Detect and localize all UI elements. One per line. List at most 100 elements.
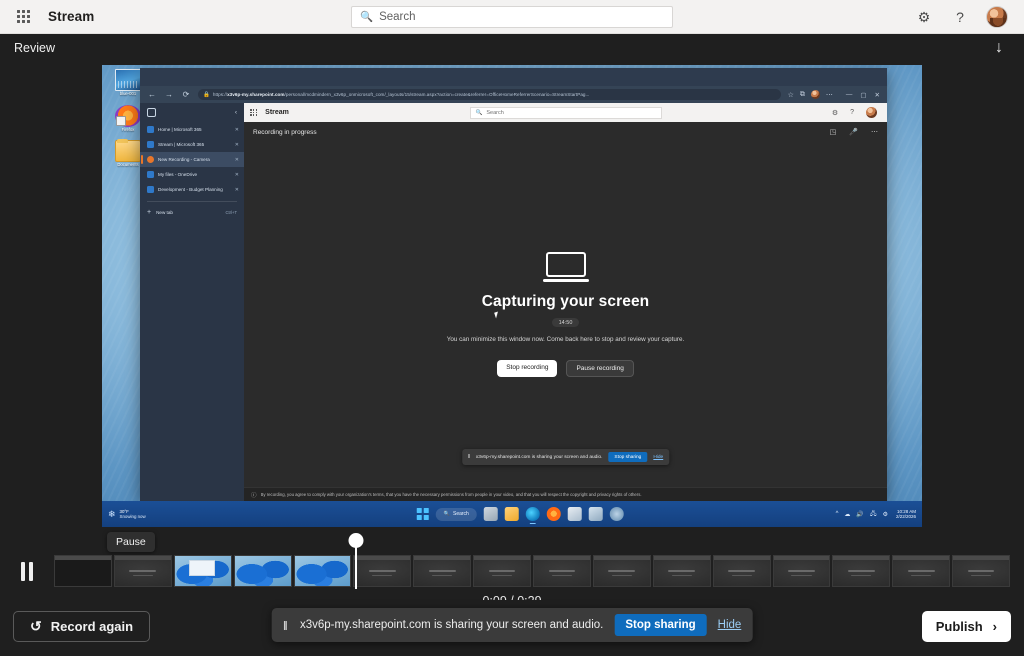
favorite-star-icon[interactable]: ☆ [788,91,794,99]
suite-header: Stream 🔍 Search ⚙ ? [0,0,1024,34]
onedrive-tray-icon[interactable]: ☁ [844,511,850,518]
download-icon[interactable]: ↓ [988,37,1010,59]
inner-help-icon[interactable]: ? [850,109,854,116]
minimize-icon[interactable]: — [846,91,853,98]
recording-status-bar: Recording in progress ◳ 🎤 ⋯ [244,122,887,142]
inner-app-launcher-icon[interactable] [250,109,257,116]
search-input[interactable]: 🔍 Search [351,6,673,28]
battery-tray-icon[interactable]: ⚙ [883,511,888,518]
playhead-scrubber[interactable] [355,539,357,589]
volume-tray-icon[interactable]: 🔊 [856,511,863,518]
new-tab-shortcut: Ctrl+T [225,210,237,215]
record-again-button[interactable]: ↺ Record again [13,611,150,642]
collections-icon[interactable]: ⧉ [800,91,805,99]
recording-status-text: Recording in progress [253,129,317,136]
app-launcher-icon[interactable] [10,4,36,30]
filmstrip-frame[interactable] [713,555,771,587]
hide-share-bar-link[interactable]: Hide [718,619,742,631]
filmstrip-frame[interactable] [593,555,651,587]
pause-button[interactable] [14,559,40,583]
page-title: Review [14,41,55,55]
filmstrip-frame[interactable] [54,555,112,587]
network-tray-icon[interactable]: 🖧 [870,509,877,519]
taskbar-search[interactable]: 🔍 Search [436,508,477,521]
filmstrip-frame[interactable] [952,555,1010,587]
tab-close-icon[interactable]: ✕ [235,157,239,163]
filmstrip-frame[interactable] [353,555,411,587]
address-bar-url: https://x3v6p-my.sharepoint.com/personal… [213,92,590,97]
settings-taskbar-icon[interactable] [610,507,624,521]
taskbar-clock[interactable]: 10:28 AM 2/22/2026 [896,509,916,520]
pause-recording-button[interactable]: Pause recording [566,360,633,377]
browser-tab-active[interactable]: New Recording - Camera ✕ [140,152,244,167]
firefox-taskbar-icon[interactable] [547,507,561,521]
tab-label: My files - OneDrive [158,172,231,177]
tab-group-icon[interactable] [147,108,156,117]
avatar[interactable] [986,6,1008,28]
stop-recording-button[interactable]: Stop recording [497,360,557,377]
filmstrip-frame[interactable] [773,555,831,587]
tab-label: Home | Microsoft 365 [158,127,231,132]
more-options-icon[interactable]: ⋯ [871,128,878,136]
camera-icon[interactable]: ◳ [830,128,837,136]
inner-hide-link[interactable]: Hide [653,455,663,460]
photos-icon[interactable] [568,507,582,521]
tab-close-icon[interactable]: ✕ [235,187,239,193]
microphone-icon[interactable]: 🎤 [849,128,858,136]
edge-icon[interactable] [526,507,540,521]
back-icon[interactable]: ← [147,90,157,99]
folder-icon [115,140,141,162]
suite-header-actions: ⚙ ? [914,6,1014,28]
timeline-filmstrip[interactable] [54,555,1010,587]
collapse-sidebar-icon[interactable]: ‹ [235,109,237,116]
reload-icon[interactable]: ⟳ [181,90,191,99]
close-icon[interactable]: ✕ [875,91,880,99]
start-button-icon[interactable] [417,508,429,520]
filmstrip-frame[interactable] [114,555,172,587]
publish-button[interactable]: Publish › [922,611,1011,642]
store-icon[interactable] [589,507,603,521]
file-explorer-icon[interactable] [505,507,519,521]
filmstrip-frame[interactable] [174,555,232,587]
tab-close-icon[interactable]: ✕ [235,142,239,148]
settings-gear-icon[interactable]: ⚙ [914,7,934,27]
consent-text: By recording, you agree to comply with y… [261,492,642,497]
tab-close-icon[interactable]: ✕ [235,127,239,133]
filmstrip-frame[interactable] [294,555,352,587]
inner-settings-gear-icon[interactable]: ⚙ [832,109,838,117]
inner-share-message: x3v6p-my.sharepoint.com is sharing your … [476,455,603,460]
filmstrip-frame[interactable] [473,555,531,587]
forward-icon[interactable]: → [164,90,174,99]
browser-tab[interactable]: Stream | Microsoft 365 ✕ [140,137,244,152]
address-bar[interactable]: 🔒 https://x3v6p-my.sharepoint.com/person… [198,89,781,100]
inner-stop-sharing-button[interactable]: Stop sharing [608,452,647,462]
new-tab-button[interactable]: + New tab Ctrl+T [140,206,244,219]
desktop-icon-label: Documents [117,163,138,168]
browser-tab[interactable]: Development - Budget Planning ✕ [140,182,244,197]
recorded-video[interactable]: blue-001 Firefox Documents Recycle Bin [102,65,922,527]
maximize-icon[interactable]: ▢ [860,91,866,99]
inner-header-actions: ⚙ ? [832,107,881,118]
browser-tab[interactable]: Home | Microsoft 365 ✕ [140,122,244,137]
browser-profile-avatar[interactable] [811,90,820,99]
filmstrip-frame[interactable] [832,555,890,587]
inner-avatar[interactable] [866,107,877,118]
filmstrip-frame[interactable] [413,555,471,587]
weather-widget[interactable]: ❄ 30°F Snowing now [108,509,146,520]
tab-close-icon[interactable]: ✕ [235,172,239,178]
filmstrip-frame[interactable] [234,555,292,587]
filmstrip-frame[interactable] [892,555,950,587]
help-icon[interactable]: ? [950,7,970,27]
stop-sharing-button[interactable]: Stop sharing [614,614,706,636]
review-bar: Review ↓ [0,34,1024,62]
tray-expand-icon[interactable]: ^ [836,511,839,517]
filmstrip-frame[interactable] [653,555,711,587]
window-controls: — ▢ ✕ [846,91,880,99]
browser-navbar: ← → ⟳ 🔒 https://x3v6p-my.sharepoint.com/… [140,86,887,103]
inner-search-input[interactable]: 🔍 Search [470,107,662,119]
filmstrip-frame[interactable] [533,555,591,587]
task-view-icon[interactable] [484,507,498,521]
browser-more-icon[interactable]: ⋯ [826,91,833,99]
inner-search-icon: 🔍 [476,110,483,116]
browser-tab[interactable]: My files - OneDrive ✕ [140,167,244,182]
